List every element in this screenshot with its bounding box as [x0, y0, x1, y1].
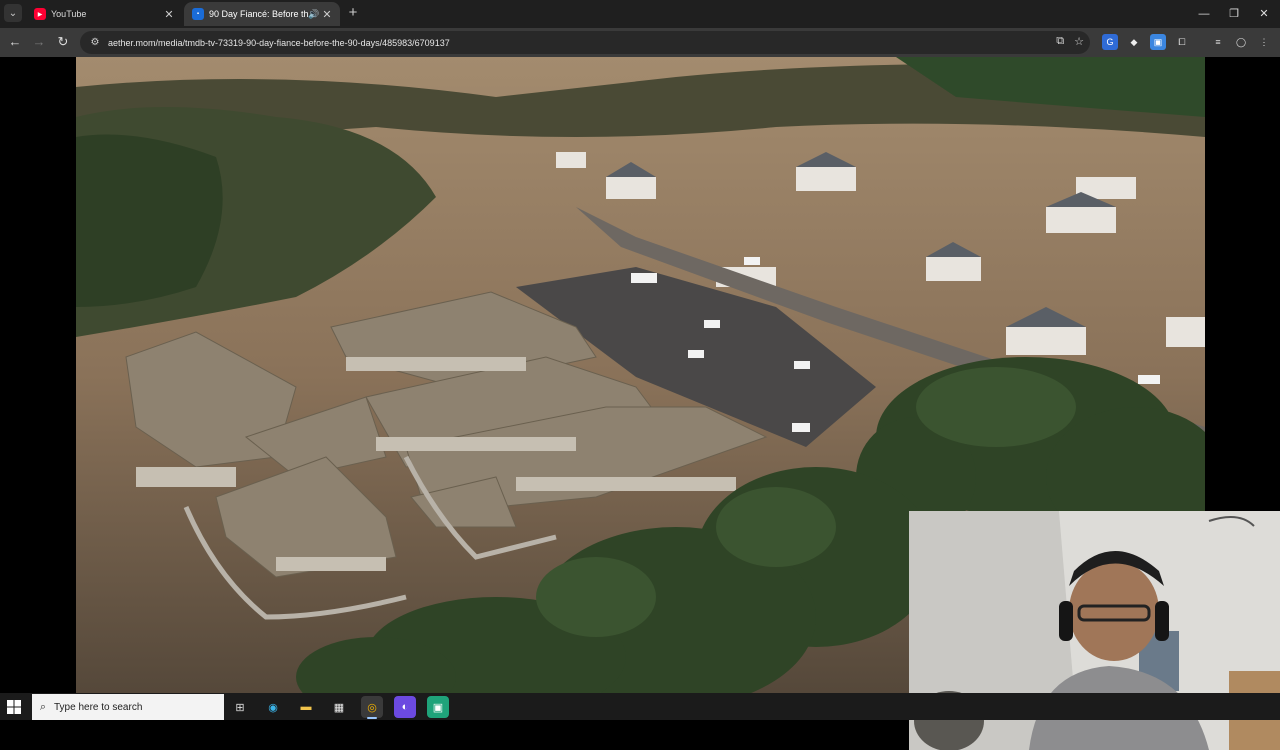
arrow-right-icon: →	[32, 34, 46, 49]
close-icon[interactable]: ✕	[162, 8, 176, 21]
back-button[interactable]: ←	[6, 33, 24, 51]
restore-button[interactable]: ❐	[1218, 0, 1250, 28]
window-extension-icon[interactable]: ▣	[1150, 34, 1166, 50]
diamond-extension-icon[interactable]: ◆	[1126, 34, 1142, 50]
chat-app-icon[interactable]: ◐	[394, 696, 416, 718]
tab-search-button[interactable]: ⌄	[4, 4, 22, 22]
tab-bar: ⌄ ▶ YouTube ✕ ▪ 90 Day Fiancé: Before th…	[0, 0, 1280, 28]
windows-logo-icon	[7, 700, 21, 714]
restore-icon: ❐	[1229, 8, 1239, 20]
url-text: aether.mom/media/tmdb-tv-73319-90-day-fi…	[108, 37, 450, 48]
arrow-left-icon: ←	[8, 34, 22, 49]
task-view-icon[interactable]: ⊞	[229, 696, 251, 718]
media-icon: ▪	[192, 8, 204, 20]
minimize-button[interactable]: —	[1188, 0, 1220, 28]
edge-browser-icon[interactable]: ◉	[262, 696, 284, 718]
close-window-button[interactable]: ✕	[1248, 0, 1280, 28]
site-info-icon[interactable]: ⚙	[88, 36, 102, 50]
install-app-icon[interactable]: ⧉	[1056, 35, 1064, 48]
minimize-icon: —	[1198, 8, 1210, 20]
extensions-puzzle-icon[interactable]: ⧠	[1174, 34, 1190, 50]
close-icon[interactable]: ✕	[320, 8, 334, 21]
reload-icon: ↻	[57, 34, 69, 49]
forward-button[interactable]: →	[30, 33, 48, 51]
youtube-icon: ▶	[34, 8, 46, 20]
media-queue-icon[interactable]: ≡	[1210, 34, 1226, 50]
chrome-browser-icon[interactable]: ◎	[361, 696, 383, 719]
start-button[interactable]	[5, 698, 23, 716]
translate-extension-icon[interactable]: G	[1102, 34, 1118, 50]
address-bar[interactable]: ⚙ aether.mom/media/tmdb-tv-73319-90-day-…	[80, 31, 1090, 54]
plus-icon: +	[348, 4, 358, 21]
taskbar-search[interactable]: ⌕ Type here to search	[32, 694, 224, 720]
reload-button[interactable]: ↻	[54, 33, 72, 51]
chevron-down-icon: ⌄	[8, 7, 18, 19]
speaker-icon[interactable]: 🔊	[308, 9, 320, 20]
search-icon: ⌕	[39, 700, 47, 713]
profile-icon[interactable]: ◯	[1233, 34, 1249, 50]
page-content	[0, 57, 1280, 750]
active-indicator	[367, 717, 377, 719]
windows-taskbar: ⌕ Type here to search ⊞ ◉ ▬ ▦ ◎ ◐ ▣	[0, 693, 1280, 720]
close-icon: ✕	[1259, 8, 1269, 20]
browser-toolbar: ← → ↻ ⚙ aether.mom/media/tmdb-tv-73319-9…	[0, 28, 1280, 57]
menu-dots-icon[interactable]: ⋮	[1256, 34, 1272, 50]
bookmark-star-icon[interactable]: ☆	[1074, 35, 1084, 48]
new-tab-button[interactable]: +	[344, 4, 362, 22]
store-icon[interactable]: ▦	[328, 696, 350, 718]
tab-title: YouTube	[51, 9, 87, 19]
tab-title: 90 Day Fiancé: Before the 90	[209, 9, 308, 19]
tab-media[interactable]: ▪ 90 Day Fiancé: Before the 90 🔊 ✕	[184, 2, 340, 26]
file-explorer-icon[interactable]: ▬	[295, 696, 317, 718]
search-placeholder: Type here to search	[54, 701, 143, 713]
recording-app-icon[interactable]: ▣	[427, 696, 449, 718]
tab-youtube[interactable]: ▶ YouTube ✕	[26, 2, 182, 26]
